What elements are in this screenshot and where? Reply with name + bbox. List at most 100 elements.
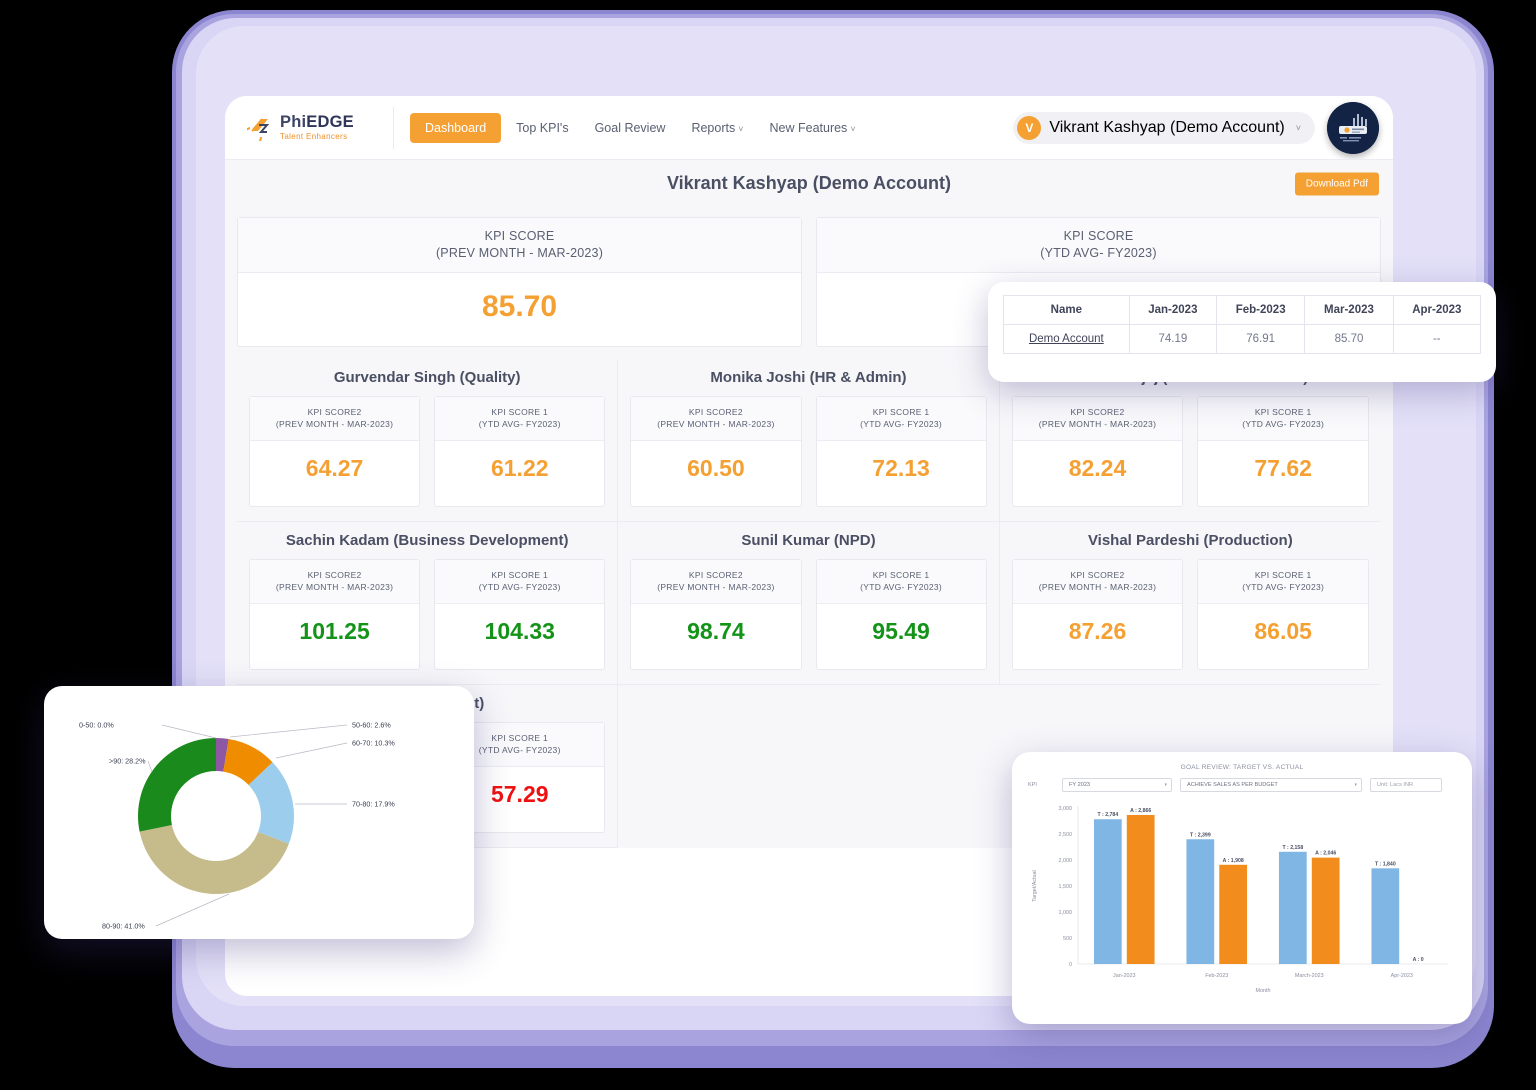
employee-kpi-card-value: 87.26 — [1068, 618, 1127, 644]
target-vs-actual-bar-chart: 0 500 1,000 1,500 2,000 2,500 3,000 T : 2,784 A … — [1032, 806, 1448, 994]
unit-value: Unit: Lacs INR — [1377, 782, 1414, 788]
employee-kpi-card-subtitle: (PREV MONTH - MAR-2023) — [657, 582, 775, 592]
bar-value-label: T : 2,158 — [1282, 845, 1303, 851]
table-column-header: Feb-2023 — [1216, 295, 1306, 325]
fiscal-year-select[interactable]: FY 2023 ▾ — [1062, 778, 1172, 792]
bar-target[interactable] — [1371, 868, 1400, 964]
goal-review-chart-title: GOAL REVIEW: TARGET VS. ACTUAL — [1180, 764, 1304, 771]
bar-value-label: T : 2,399 — [1190, 832, 1211, 838]
employee-kpi-card-value: 86.05 — [1254, 618, 1312, 644]
nav-link-label: Top KPI's — [516, 120, 569, 135]
employee-name: Vishal Pardeshi (Production) — [1087, 532, 1293, 549]
donut-leader-line — [147, 760, 153, 773]
y-axis-tick-label: 1,500 — [1059, 884, 1073, 890]
employee-kpi-card-header: KPI SCORE2 (PREV MONTH - MAR-2023) — [250, 397, 420, 441]
employee-kpi-card-header: KPI SCORE 1 (YTD AVG- FY2023) — [1198, 560, 1368, 604]
employee-kpi-card-value: 82.24 — [1068, 455, 1127, 481]
employee-kpi-card-row: KPI SCORE2 (PREV MONTH - MAR-2023) 101.25 K… — [249, 559, 606, 670]
employee-kpi-card-header: KPI SCORE 1 (YTD AVG- FY2023) — [435, 397, 605, 441]
employee-kpi-card: KPI SCORE 1 (YTD AVG- FY2023) 104.33 — [434, 559, 606, 670]
score-card-title: KPI SCORE — [1063, 229, 1134, 243]
bar-actual[interactable] — [1219, 864, 1248, 964]
bar-value-label: A : 0 — [1413, 957, 1424, 963]
bar-target[interactable] — [1093, 819, 1122, 964]
employee-kpi-card-title: KPI SCORE 1 — [1254, 407, 1312, 417]
bar-actual[interactable] — [1311, 857, 1340, 964]
employee-kpi-card: KPI SCORE2 (PREV MONTH - MAR-2023) 101.25 — [249, 559, 421, 670]
goal-review-chart-card: GOAL REVIEW: TARGET VS. ACTUAL KPI FY 20… — [1012, 752, 1472, 1024]
employee-kpi-card-title: KPI SCORE 1 — [491, 570, 549, 580]
x-axis-tick-label: Apr-2023 — [1391, 973, 1413, 979]
unit-input[interactable]: Unit: Lacs INR — [1370, 778, 1442, 792]
bar-value-label: T : 2,784 — [1097, 812, 1118, 818]
employee-kpi-card: KPI SCORE2 (PREV MONTH - MAR-2023) 64.27 — [249, 396, 421, 507]
user-account-menu[interactable]: V Vikrant Kashyap (Demo Account) ˅ — [1013, 111, 1315, 144]
brand-logo[interactable]: PhiEDGE Talent Enhancers — [242, 113, 387, 147]
employee-name: Gurvendar Singh (Quality) — [333, 369, 521, 386]
employee-kpi-card-title: KPI SCORE 1 — [872, 570, 930, 580]
organization-logo-icon[interactable] — [1327, 101, 1379, 154]
employee-kpi-card-title: KPI SCORE2 — [688, 570, 743, 580]
nav-link-reports[interactable]: Reports ˅ — [680, 114, 754, 142]
bar-target[interactable] — [1278, 851, 1307, 964]
employee-kpi-card-row: KPI SCORE2 (PREV MONTH - MAR-2023) 87.26 KP… — [1011, 559, 1369, 670]
bar-value-label: A : 1,908 — [1223, 858, 1244, 864]
table-header-row: Name Jan-2023 Feb-2023 Mar-2023 Apr-2023 — [1003, 295, 1482, 325]
nav-link-label: Goal Review — [594, 120, 666, 135]
nav-link-dashboard[interactable]: Dashboard — [410, 112, 502, 143]
employee-kpi-card-subtitle: (PREV MONTH - MAR-2023) — [275, 582, 394, 592]
nav-link-label: New Features — [769, 120, 848, 135]
employee-kpi-card-row: KPI SCORE2 (PREV MONTH - MAR-2023) 60.50 KP… — [630, 396, 987, 507]
employee-score-cell: Gurvendar Singh (Quality) KPI SCORE2 (PREV… — [237, 359, 619, 522]
brand-tagline: Talent Enhancers — [280, 132, 348, 141]
download-pdf-button[interactable]: Download Pdf — [1294, 172, 1379, 195]
nav-link-label: Dashboard — [425, 120, 487, 135]
employee-kpi-card: KPI SCORE2 (PREV MONTH - MAR-2023) 98.74 — [630, 559, 802, 670]
chevron-down-icon: ▾ — [1354, 782, 1357, 788]
employee-kpi-card-row: KPI SCORE2 (PREV MONTH - MAR-2023) 64.27 KP… — [249, 396, 606, 507]
chevron-down-icon: ▾ — [1164, 782, 1167, 788]
bar-actual[interactable] — [1126, 814, 1155, 964]
employee-kpi-card-row: KPI SCORE2 (PREV MONTH - MAR-2023) 98.74 KP… — [630, 559, 987, 670]
y-axis-tick-label: 2,000 — [1059, 858, 1073, 864]
employee-kpi-card-title: KPI SCORE 1 — [1254, 570, 1312, 580]
donut-slice[interactable] — [139, 824, 289, 894]
employee-kpi-card-header: KPI SCORE 1 (YTD AVG- FY2023) — [435, 560, 605, 604]
kpi-select[interactable]: ACHIEVE SALES AS PER BUDGET ▾ — [1180, 778, 1362, 792]
table-row: Demo Account 74.19 76.91 85.70 -- — [1003, 324, 1482, 354]
employee-kpi-card-subtitle: (YTD AVG- FY2023) — [1242, 419, 1325, 429]
employee-kpi-card: KPI SCORE 1 (YTD AVG- FY2023) 86.05 — [1197, 559, 1369, 670]
employee-name: Sachin Kadam (Business Development) — [285, 532, 569, 549]
brand-name-phi: Phi — [280, 113, 307, 131]
phi-edge-logo-icon — [242, 115, 273, 147]
kpi-filter-label: KPI — [1028, 782, 1037, 788]
bar-value-label: A : 2,866 — [1130, 808, 1151, 814]
employee-kpi-card-subtitle: (YTD AVG- FY2023) — [860, 419, 943, 429]
employee-kpi-card: KPI SCORE2 (PREV MONTH - MAR-2023) 87.26 — [1011, 559, 1184, 670]
kpi-select-value: ACHIEVE SALES AS PER BUDGET — [1187, 782, 1278, 788]
primary-nav: Dashboard Top KPI's Goal Review Reports ˅ New… — [410, 112, 867, 143]
donut-slice[interactable] — [138, 738, 216, 832]
employee-kpi-card-subtitle: (YTD AVG- FY2023) — [860, 582, 943, 592]
employee-kpi-card-value: 101.25 — [299, 618, 370, 644]
employee-kpi-card-title: KPI SCORE 1 — [872, 407, 930, 417]
account-name-link[interactable]: Demo Account — [1003, 324, 1130, 354]
goal-review-filters: KPI FY 2023 ▾ ACHIEVE SALES AS PER BUDGE… — [1022, 778, 1462, 792]
nav-link-top-kpi-s[interactable]: Top KPI's — [505, 114, 579, 142]
bar-target[interactable] — [1186, 839, 1215, 964]
employee-kpi-card-title: KPI SCORE2 — [1070, 407, 1125, 417]
employee-kpi-card-title: KPI SCORE2 — [307, 570, 362, 580]
kpi-trend-table-popover: Name Jan-2023 Feb-2023 Mar-2023 Apr-2023 Dem… — [988, 282, 1496, 382]
employee-kpi-card-value: 98.74 — [687, 618, 745, 644]
overall-kpi-score-card: KPI SCORE (PREV MONTH - MAR-2023) 85.70 — [237, 217, 802, 347]
nav-link-goal-review[interactable]: Goal Review — [584, 114, 677, 142]
score-card-value: 85.70 — [481, 290, 558, 323]
employee-kpi-card-value: 64.27 — [305, 455, 364, 481]
nav-link-new-features[interactable]: New Features ˅ — [759, 114, 867, 142]
employee-kpi-card-header: KPI SCORE 1 (YTD AVG- FY2023) — [1198, 397, 1368, 441]
bar-value-label: T : 1,840 — [1375, 861, 1396, 867]
employee-name: Monika Joshi (HR & Admin) — [710, 369, 907, 386]
employee-kpi-card-value: 60.50 — [687, 455, 745, 481]
donut-slice-label: >90: 28.2% — [109, 757, 146, 766]
table-column-header: Apr-2023 — [1392, 295, 1482, 325]
